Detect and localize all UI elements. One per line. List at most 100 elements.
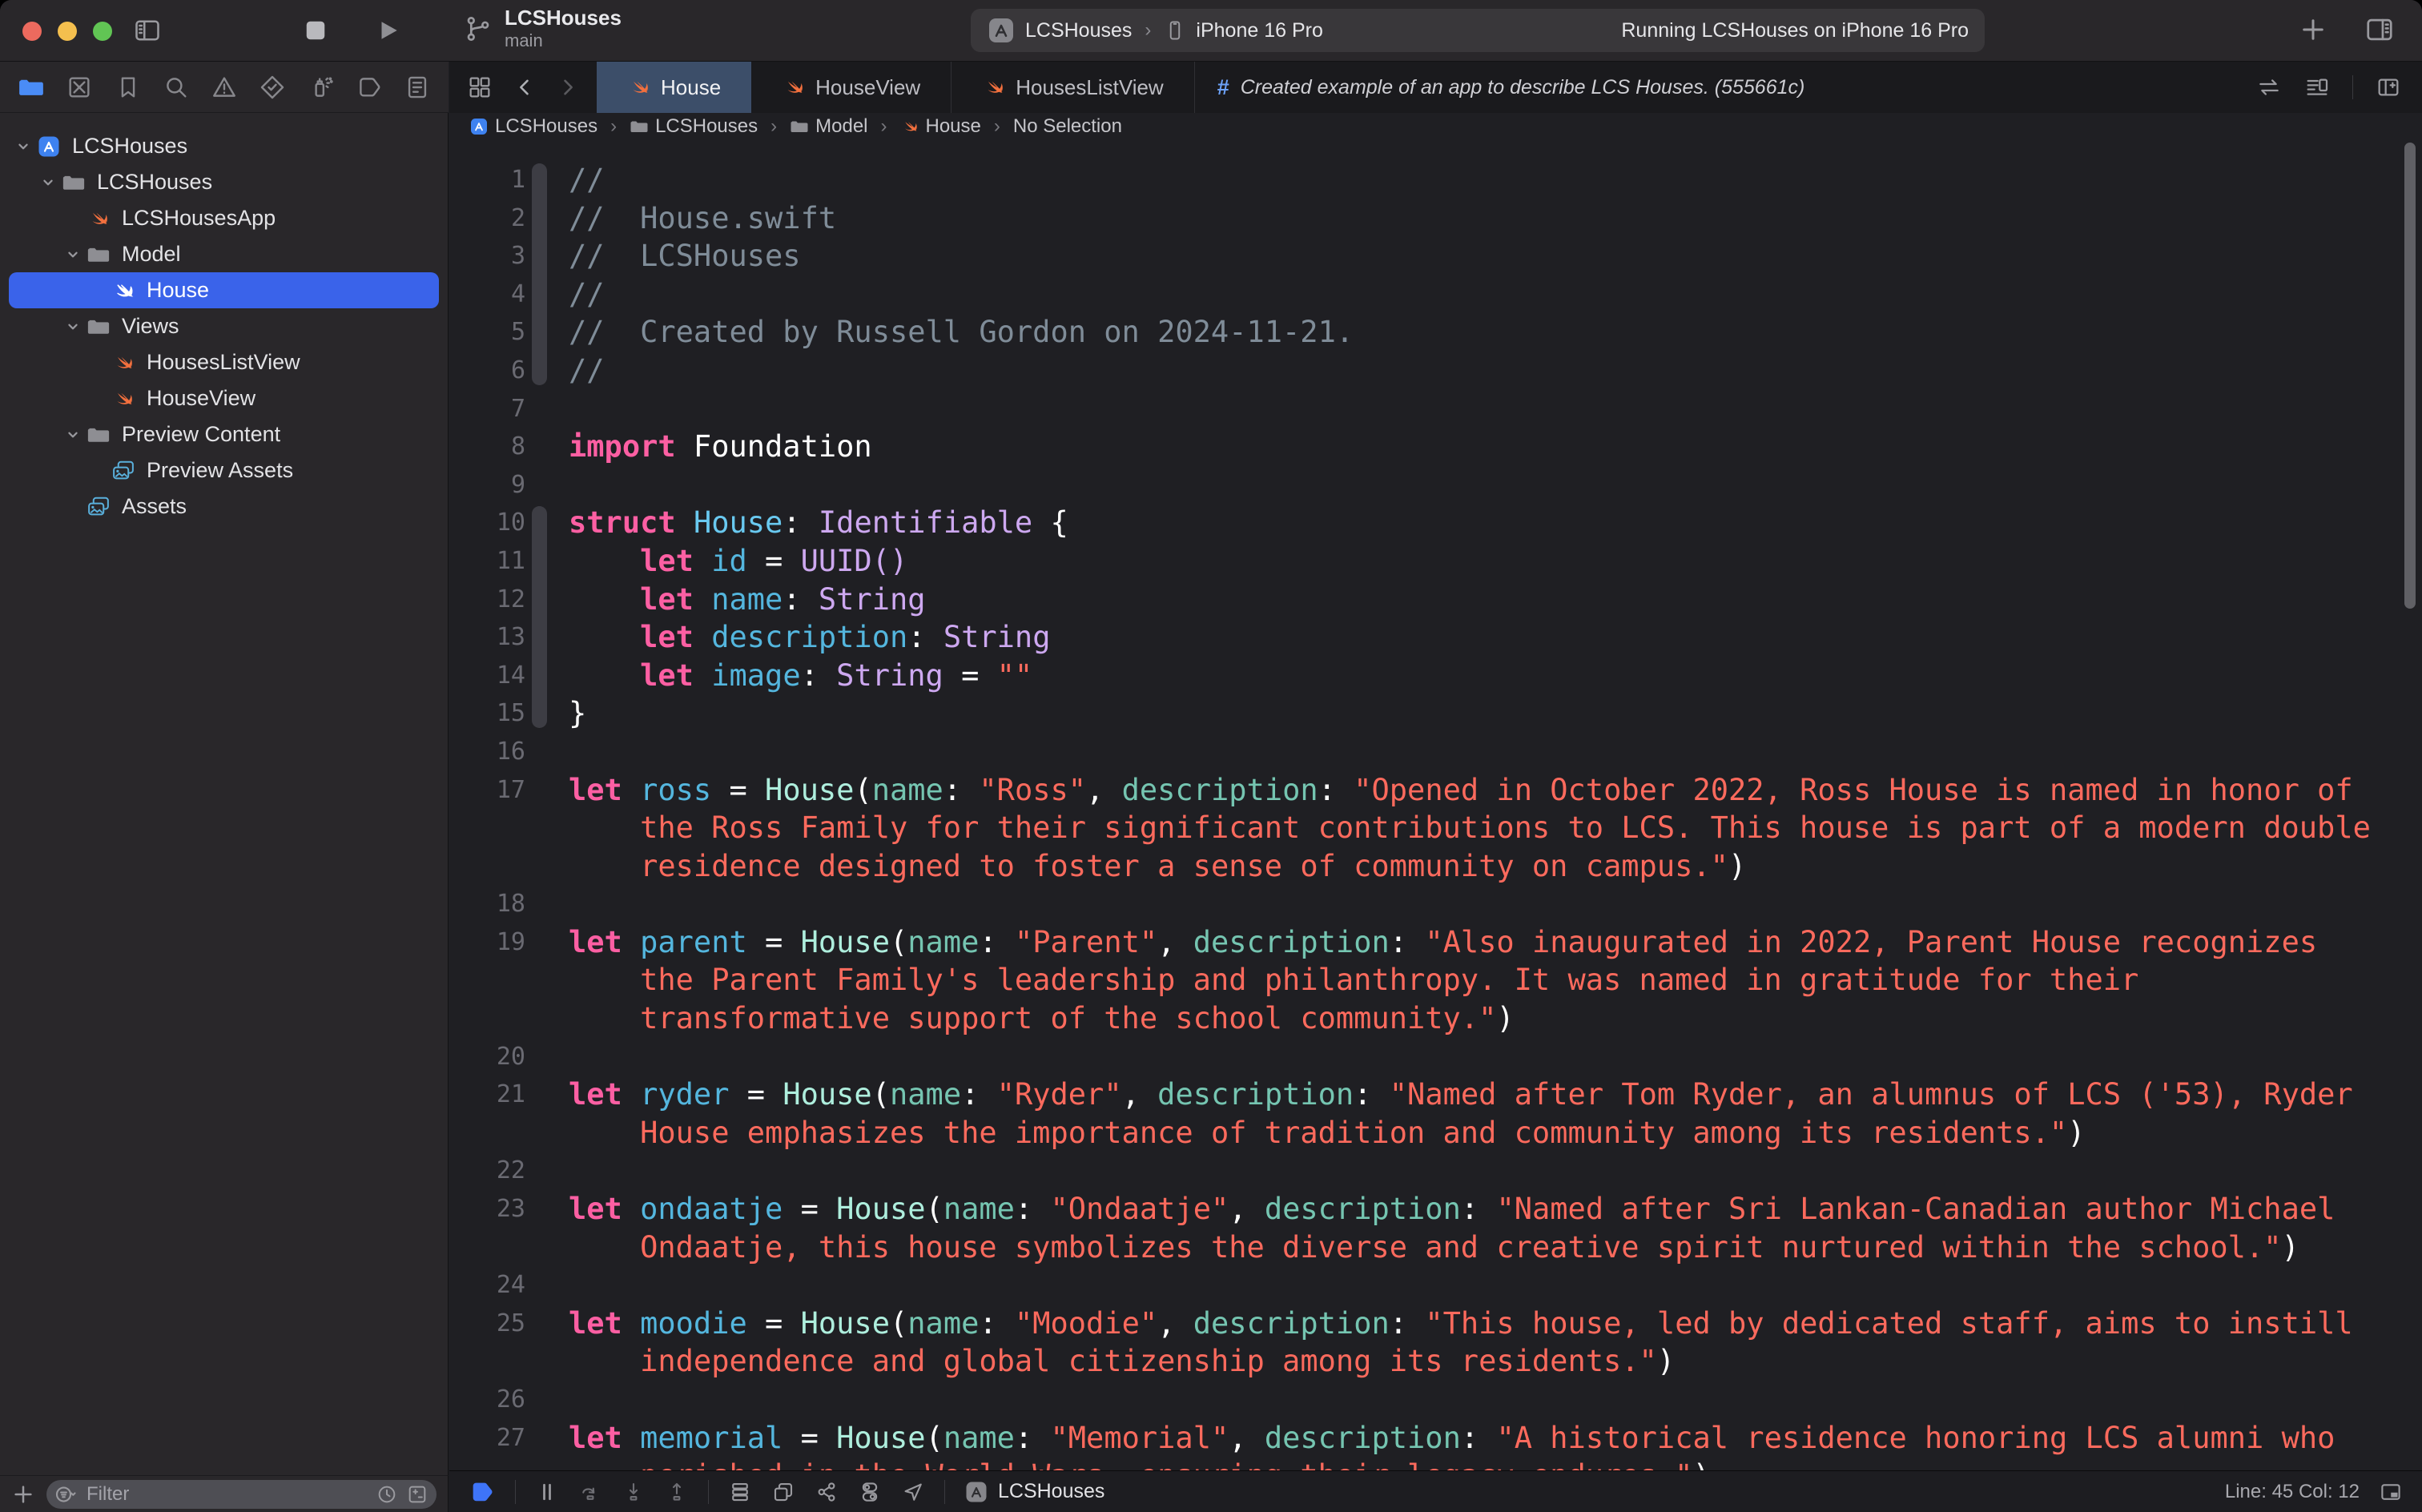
sidebar-item-views[interactable]: Views xyxy=(0,308,448,344)
line-number[interactable]: 23 xyxy=(449,1190,525,1228)
pause-execution-icon[interactable] xyxy=(535,1480,559,1504)
chevron-down-icon[interactable] xyxy=(36,174,60,191)
toggle-inspector-icon[interactable] xyxy=(2364,14,2395,45)
editor-scrollbar[interactable] xyxy=(2404,143,2416,609)
view-debugger-icon[interactable] xyxy=(728,1480,752,1504)
go-forward-icon[interactable] xyxy=(557,76,579,99)
toggle-breakpoints-icon[interactable] xyxy=(469,1478,496,1506)
line-number[interactable]: 21 xyxy=(449,1076,525,1114)
activity-view[interactable]: LCSHouses › iPhone 16 Pro Running LCSHou… xyxy=(971,9,1985,52)
line-number[interactable]: 24 xyxy=(449,1266,525,1305)
zoom-window-button[interactable] xyxy=(93,22,112,41)
line-number[interactable] xyxy=(449,1114,525,1152)
chevron-down-icon[interactable] xyxy=(61,426,85,444)
line-number[interactable]: 27 xyxy=(449,1419,525,1458)
breadcrumb-item[interactable]: LCSHouses xyxy=(469,115,597,138)
line-number[interactable]: 25 xyxy=(449,1305,525,1343)
jump-bar[interactable]: LCSHouses›LCSHouses›Model›House›No Selec… xyxy=(449,113,2422,139)
environment-overrides-icon[interactable] xyxy=(858,1480,882,1504)
chevron-down-icon[interactable] xyxy=(11,138,35,155)
line-number[interactable] xyxy=(449,1228,525,1267)
line-number[interactable]: 10 xyxy=(449,504,525,542)
line-number[interactable]: 6 xyxy=(449,352,525,390)
source-control-changes-icon[interactable] xyxy=(66,74,93,101)
run-button[interactable] xyxy=(373,16,402,45)
recent-files-icon[interactable] xyxy=(376,1483,398,1506)
line-number[interactable]: 17 xyxy=(449,771,525,810)
bookmarks-navigator-icon[interactable] xyxy=(115,74,142,101)
simulate-location-icon[interactable] xyxy=(901,1480,925,1504)
memory-graph-icon[interactable] xyxy=(771,1480,795,1504)
breadcrumb-item[interactable]: House xyxy=(900,115,981,138)
sidebar-item-lcshouses[interactable]: LCSHouses xyxy=(0,164,448,200)
line-number[interactable]: 9 xyxy=(449,466,525,505)
sidebar-item-house[interactable]: House xyxy=(9,272,439,308)
line-number[interactable] xyxy=(449,809,525,847)
line-number[interactable]: 8 xyxy=(449,428,525,466)
gpu-debugger-icon[interactable] xyxy=(815,1480,839,1504)
add-editor-icon[interactable] xyxy=(2376,74,2401,100)
line-number[interactable]: 3 xyxy=(449,237,525,275)
line-number[interactable]: 11 xyxy=(449,542,525,581)
go-back-icon[interactable] xyxy=(513,76,536,99)
breadcrumb-item[interactable]: Model xyxy=(790,115,867,138)
line-number[interactable]: 7 xyxy=(449,390,525,428)
breakpoints-navigator-icon[interactable] xyxy=(356,74,383,101)
editor-options-icon[interactable] xyxy=(2304,74,2330,100)
scheme-title[interactable]: LCSHouses main xyxy=(463,6,622,50)
add-file-button[interactable] xyxy=(11,1482,35,1506)
source-control-filter-icon[interactable] xyxy=(406,1483,428,1506)
line-number[interactable]: 19 xyxy=(449,923,525,962)
active-scheme[interactable]: LCSHouses xyxy=(1025,19,1132,42)
breadcrumb-item[interactable]: LCSHouses xyxy=(630,115,758,138)
line-number[interactable] xyxy=(449,1342,525,1381)
minimize-window-button[interactable] xyxy=(58,22,77,41)
line-number[interactable] xyxy=(449,1457,525,1470)
line-number[interactable]: 16 xyxy=(449,733,525,771)
library-add-icon[interactable] xyxy=(2299,15,2327,44)
reports-navigator-icon[interactable] xyxy=(404,74,431,101)
line-number[interactable] xyxy=(449,999,525,1038)
sidebar-item-houseview[interactable]: HouseView xyxy=(0,380,448,416)
line-number[interactable]: 2 xyxy=(449,199,525,238)
tab-houseview[interactable]: HouseView xyxy=(751,62,952,113)
issues-navigator-icon[interactable] xyxy=(211,74,238,101)
toggle-navigator-icon[interactable] xyxy=(133,16,162,45)
line-number[interactable]: 13 xyxy=(449,618,525,657)
chevron-down-icon[interactable] xyxy=(61,318,85,336)
tab-houseslistview[interactable]: HousesListView xyxy=(952,62,1195,113)
line-number[interactable] xyxy=(449,847,525,886)
running-process[interactable]: LCSHouses xyxy=(964,1480,1104,1504)
line-number[interactable]: 15 xyxy=(449,694,525,733)
project-navigator-icon[interactable] xyxy=(18,74,45,101)
sidebar-item-lcshouses[interactable]: LCSHouses xyxy=(0,128,448,164)
line-number[interactable]: 20 xyxy=(449,1038,525,1076)
breadcrumb-item[interactable]: No Selection xyxy=(1013,115,1122,138)
stop-button[interactable] xyxy=(301,16,330,45)
commit-banner[interactable]: # Created example of an app to describe … xyxy=(1195,62,1828,113)
line-number[interactable]: 22 xyxy=(449,1152,525,1190)
line-number[interactable]: 5 xyxy=(449,313,525,352)
sidebar-item-lcshousesapp[interactable]: LCSHousesApp xyxy=(0,200,448,236)
debug-area-toggle-icon[interactable] xyxy=(2379,1480,2403,1504)
filter-field[interactable]: Filter xyxy=(46,1480,437,1509)
tests-navigator-icon[interactable] xyxy=(259,74,286,101)
run-destination[interactable]: iPhone 16 Pro xyxy=(1196,19,1322,42)
line-number[interactable]: 14 xyxy=(449,657,525,695)
line-number[interactable]: 26 xyxy=(449,1381,525,1419)
line-number[interactable]: 4 xyxy=(449,275,525,314)
step-out-icon[interactable] xyxy=(665,1480,689,1504)
related-items-icon[interactable] xyxy=(467,74,493,100)
close-window-button[interactable] xyxy=(22,22,42,41)
line-number[interactable] xyxy=(449,961,525,999)
sidebar-item-houseslistview[interactable]: HousesListView xyxy=(0,344,448,380)
tab-house[interactable]: House xyxy=(597,62,751,113)
sidebar-item-preview-content[interactable]: Preview Content xyxy=(0,416,448,452)
line-number[interactable]: 12 xyxy=(449,581,525,619)
step-into-icon[interactable] xyxy=(622,1480,646,1504)
sidebar-item-model[interactable]: Model xyxy=(0,236,448,272)
line-number[interactable]: 1 xyxy=(449,161,525,199)
source-editor[interactable]: 1//2// House.swift3// LCSHouses4//5// Cr… xyxy=(449,139,2422,1470)
sidebar-item-assets[interactable]: Assets xyxy=(0,489,448,525)
line-number[interactable]: 18 xyxy=(449,885,525,923)
